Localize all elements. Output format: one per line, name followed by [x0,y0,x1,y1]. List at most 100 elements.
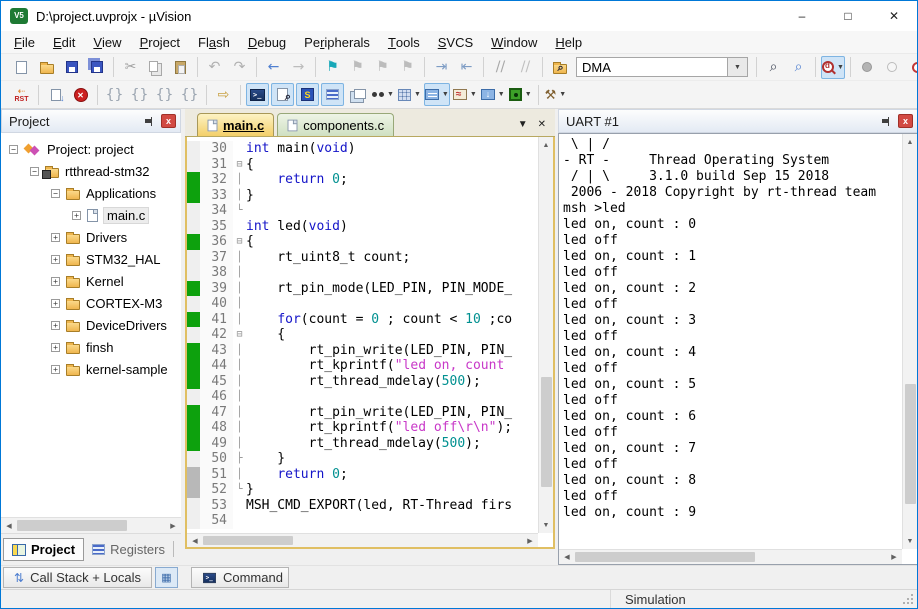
symbols-window-button[interactable] [296,83,319,106]
menu-svcs[interactable]: SVCS [429,31,482,53]
trace-windows-button[interactable]: ▼ [480,83,506,106]
disassembly-window-button[interactable] [271,83,294,106]
callstack-window-button[interactable] [346,83,369,106]
search-dropdown-icon[interactable]: ▼ [728,57,748,77]
pin-icon[interactable] [881,115,892,127]
undo-button[interactable]: ↶ [203,56,226,79]
tree-item-devicedrivers[interactable]: +DeviceDrivers [1,314,181,336]
menu-project[interactable]: Project [131,31,189,53]
bookmark-next-button[interactable]: ⚑ [371,56,394,79]
outdent-button[interactable]: ⇤ [455,56,478,79]
step-over-button[interactable]: {} [128,83,151,106]
tab-registers[interactable]: Registers [84,538,173,561]
find-in-files-button[interactable]: ⌕ [762,56,785,79]
menu-flash[interactable]: Flash [189,31,239,53]
menu-file[interactable]: File [5,31,44,53]
navigate-back-button[interactable]: ← [262,56,285,79]
close-document-icon[interactable]: ✕ [538,119,546,130]
tree-item-kernel-sample[interactable]: +kernel-sample [1,358,181,380]
find-in-scope-icon[interactable] [548,56,571,79]
expander-icon[interactable]: + [51,299,60,308]
pin-icon[interactable] [144,115,155,127]
tree-item-applications[interactable]: −Applications [1,182,181,204]
expander-icon[interactable]: + [51,277,60,286]
reset-cpu-button[interactable] [10,83,33,106]
tree-item-project-project[interactable]: −Project: project [1,138,181,160]
find-dropdown-button[interactable]: ▼ [821,56,845,79]
expander-icon[interactable]: + [51,365,60,374]
uart-vscrollbar[interactable]: ▲ ▼ [902,134,917,549]
bookmark-clear-button[interactable]: ⚑ [396,56,419,79]
tree-item-rtthread-stm32[interactable]: −rtthread-stm32 [1,160,181,182]
show-next-statement-button[interactable]: ⇨ [212,83,235,106]
minimize-button[interactable]: – [779,1,825,31]
bookmark-prev-button[interactable]: ⚑ [346,56,369,79]
watch-windows-button[interactable]: ▼ [371,83,395,106]
expander-icon[interactable]: + [51,321,60,330]
memory-window-button[interactable]: ▦ [155,567,178,588]
uncomment-button[interactable]: // [514,56,537,79]
maximize-button[interactable]: □ [825,1,871,31]
scroll-right-icon[interactable]: ▶ [524,534,536,547]
menu-debug[interactable]: Debug [239,31,295,53]
registers-window-button[interactable] [321,83,344,106]
scroll-down-icon[interactable]: ▼ [539,519,553,531]
fold-marker[interactable]: ⊟ [233,157,246,173]
scroll-thumb[interactable] [575,552,755,562]
close-panel-button[interactable]: x [161,114,176,128]
tree-item-kernel[interactable]: +Kernel [1,270,181,292]
copy-button[interactable] [144,56,167,79]
uart-hscrollbar[interactable]: ◀ ▶ [559,549,902,564]
system-viewer-button[interactable]: ▼ [508,83,533,106]
expander-icon[interactable]: + [51,233,60,242]
fold-marker[interactable]: ⊟ [233,327,246,343]
expander-icon[interactable]: − [9,145,18,154]
insert-breakpoint-button[interactable] [856,56,879,79]
scroll-up-icon[interactable]: ▲ [903,136,917,148]
menu-view[interactable]: View [84,31,130,53]
incremental-find-button[interactable]: ⌕ [787,56,810,79]
scroll-right-icon[interactable]: ▶ [888,550,900,564]
comment-button[interactable]: // [489,56,512,79]
scroll-thumb[interactable] [17,520,127,531]
editor-tab-components-c[interactable]: components.c [277,113,394,136]
project-hscrollbar[interactable]: ◀ ▶ [1,517,181,533]
expander-icon[interactable]: + [51,255,60,264]
expander-icon[interactable]: − [51,189,60,198]
scroll-up-icon[interactable]: ▲ [539,139,553,151]
save-all-button[interactable] [85,56,108,79]
fold-marker[interactable]: ⊟ [233,234,246,250]
uart-output[interactable]: \ | / - RT - Thread Operating System / |… [563,137,900,547]
open-file-button[interactable] [35,56,58,79]
step-out-button[interactable]: {} [153,83,176,106]
scroll-right-icon[interactable]: ▶ [167,518,179,533]
tab-project[interactable]: Project [3,538,84,561]
step-into-button[interactable]: {} [103,83,126,106]
analysis-windows-button[interactable]: ▼ [452,83,478,106]
tree-item-cortex-m3[interactable]: +CORTEX-M3 [1,292,181,314]
tab-callstack-locals[interactable]: ⇅ Call Stack + Locals [3,567,152,588]
scroll-thumb[interactable] [203,536,293,545]
expander-icon[interactable]: − [30,167,39,176]
editor-vscrollbar[interactable]: ▲ ▼ [538,137,553,533]
tree-item-main-c[interactable]: +main.c [1,204,181,226]
close-panel-button[interactable]: x [898,114,913,128]
menu-help[interactable]: Help [546,31,591,53]
redo-button[interactable]: ↷ [228,56,251,79]
run-to-line-button[interactable] [44,83,67,106]
cut-button[interactable]: ✂ [119,56,142,79]
menu-peripherals[interactable]: Peripherals [295,31,379,53]
save-button[interactable] [60,56,83,79]
resize-grip[interactable] [901,590,917,608]
paste-button[interactable] [169,56,192,79]
command-window-button[interactable] [246,83,269,106]
expander-icon[interactable]: + [72,211,81,220]
menu-edit[interactable]: Edit [44,31,84,53]
scroll-thumb[interactable] [541,377,552,487]
editor-hscrollbar[interactable]: ◀ ▶ [187,533,538,547]
close-button[interactable]: ✕ [871,1,917,31]
tab-list-icon[interactable]: ▼ [518,119,528,130]
navigate-forward-button[interactable]: → [287,56,310,79]
serial-windows-button[interactable]: ▼ [424,83,450,106]
editor-tab-main-c[interactable]: main.c [197,113,274,136]
